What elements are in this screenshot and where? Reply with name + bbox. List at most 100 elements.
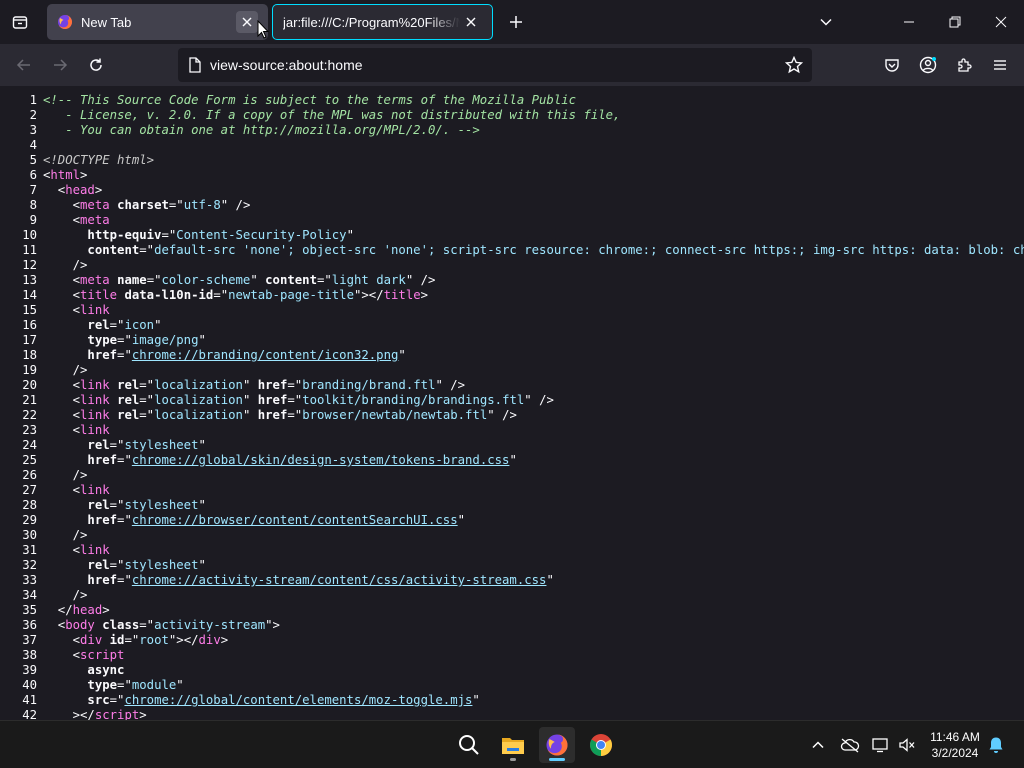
token-attr: href <box>87 348 118 362</box>
app-menu-button[interactable] <box>985 50 1015 80</box>
pocket-button[interactable] <box>877 50 907 80</box>
token-punct <box>43 438 87 452</box>
line-code: <!DOCTYPE html> <box>37 153 154 168</box>
token-comment: - You can obtain one at http://mozilla.o… <box>43 123 480 137</box>
token-punct: =" <box>109 318 125 332</box>
token-punct: =" <box>117 333 132 347</box>
token-attr: class <box>102 618 140 632</box>
token-punct <box>110 408 117 422</box>
chevron-down-icon <box>820 18 832 26</box>
line-number: 5 <box>29 153 37 167</box>
source-line: 40 type="module" <box>0 678 1024 693</box>
line-code: <meta charset="utf-8" /> <box>37 198 251 213</box>
volume-button[interactable] <box>889 727 925 763</box>
puzzle-icon <box>958 58 972 72</box>
taskbar-clock[interactable]: 11:46 AM 3/2/2024 <box>924 729 986 761</box>
tab-view-source[interactable]: jar:file:///C:/Program%20Files/Mozilla <box>272 4 493 40</box>
token-attr: href <box>87 453 118 467</box>
mouse-cursor-icon <box>257 20 269 39</box>
close-icon <box>995 16 1007 28</box>
show-hidden-icons-button[interactable] <box>800 727 836 763</box>
line-code: /> <box>37 258 88 273</box>
token-punct <box>43 453 87 467</box>
forward-button[interactable] <box>45 50 75 80</box>
token-attr: type <box>87 333 118 347</box>
tab-list-button[interactable] <box>0 0 40 44</box>
line-number: 41 <box>22 693 37 707</box>
source-link[interactable]: chrome://activity-stream/content/css/act… <box>132 573 547 587</box>
reload-button[interactable] <box>81 50 111 80</box>
taskbar-file-explorer[interactable] <box>495 727 531 763</box>
source-link[interactable]: chrome://branding/content/icon32.png <box>132 348 399 362</box>
token-punct: < <box>43 288 81 302</box>
source-line: 32 rel="stylesheet" <box>0 558 1024 573</box>
line-code: <link rel="localization" href="browser/n… <box>37 408 517 423</box>
source-line: 28 rel="stylesheet" <box>0 498 1024 513</box>
line-number: 24 <box>22 438 37 452</box>
token-punct <box>43 318 87 332</box>
source-line: 7 <head> <box>0 183 1024 198</box>
token-punct: ></ <box>43 708 95 720</box>
token-tag: meta <box>80 273 110 287</box>
token-tag: title <box>80 288 118 302</box>
token-val: localization <box>154 408 243 422</box>
token-punct: > <box>80 168 88 182</box>
line-number: 1 <box>29 93 37 107</box>
restore-icon <box>949 16 961 28</box>
taskbar-firefox[interactable] <box>539 727 575 763</box>
taskbar-search-button[interactable] <box>451 727 487 763</box>
line-code: <link <box>37 303 110 318</box>
view-source-content[interactable]: 1 <!-- This Source Code Form is subject t… <box>0 86 1024 720</box>
list-all-tabs-button[interactable] <box>812 8 840 36</box>
token-punct: " <box>154 318 162 332</box>
line-code: <link rel="localization" href="toolkit/b… <box>37 393 554 408</box>
source-link[interactable]: chrome://global/skin/design-system/token… <box>132 453 510 467</box>
line-code: type="image/png" <box>37 333 205 348</box>
token-val: utf-8 <box>183 198 221 212</box>
token-punct: /> <box>43 258 88 272</box>
line-code: <link <box>37 423 110 438</box>
bookmark-button[interactable] <box>782 53 806 77</box>
token-attr: rel <box>87 438 110 452</box>
back-button[interactable] <box>9 50 39 80</box>
token-punct: =" <box>139 243 155 257</box>
source-line: 35 </head> <box>0 603 1024 618</box>
line-number: 27 <box>22 483 37 497</box>
pocket-icon <box>885 59 899 72</box>
new-tab-button[interactable] <box>502 8 530 36</box>
line-code: /> <box>37 588 88 603</box>
token-punct: < <box>43 483 81 497</box>
token-attr: href <box>257 393 288 407</box>
taskbar-chrome[interactable] <box>583 727 619 763</box>
notifications-button[interactable] <box>980 727 1012 763</box>
token-attr: data-l10n-id <box>124 288 214 302</box>
extensions-button[interactable] <box>949 50 979 80</box>
network-icon <box>872 738 888 753</box>
url-bar[interactable]: view-source:about:home <box>178 48 812 82</box>
token-punct: =" <box>139 618 155 632</box>
hamburger-menu-icon <box>994 60 1006 70</box>
token-punct: =" <box>117 348 132 362</box>
token-tag: link <box>80 408 110 422</box>
close-window-button[interactable] <box>978 0 1024 44</box>
token-punct: < <box>43 303 81 317</box>
minimize-button[interactable] <box>886 0 932 44</box>
line-number: 38 <box>22 648 37 662</box>
taskbar: 11:46 AM 3/2/2024 <box>0 720 1024 768</box>
token-attr: href <box>257 408 288 422</box>
source-line: 26 /> <box>0 468 1024 483</box>
account-button[interactable] <box>913 50 943 80</box>
token-punct <box>43 243 87 257</box>
tab-close-button[interactable] <box>460 11 482 33</box>
tab-new-tab[interactable]: New Tab <box>47 4 268 40</box>
source-link[interactable]: chrome://browser/content/contentSearchUI… <box>132 513 458 527</box>
line-number: 25 <box>22 453 37 467</box>
source-link[interactable]: chrome://global/content/elements/moz-tog… <box>124 693 472 707</box>
token-punct: =" <box>117 678 132 692</box>
running-indicator <box>510 758 516 761</box>
line-number: 20 <box>22 378 37 392</box>
maximize-button[interactable] <box>932 0 978 44</box>
file-explorer-icon <box>502 738 524 754</box>
tab-close-button[interactable] <box>236 11 258 33</box>
line-number: 9 <box>29 213 37 227</box>
